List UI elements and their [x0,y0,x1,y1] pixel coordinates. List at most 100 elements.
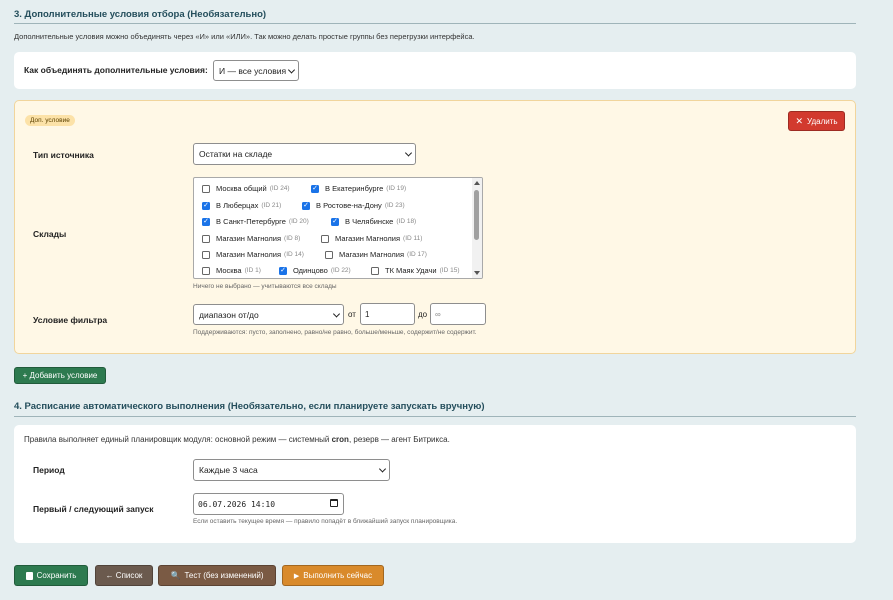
warehouse-id: (ID 19) [386,185,407,192]
next-run-value: 06.07.2026 14:10 [198,499,276,509]
list-scrollbar[interactable] [472,178,482,278]
checkbox-checked[interactable]: ✓ [202,217,210,226]
checkbox[interactable] [202,234,210,243]
warehouse-name: Магазин Магнолия [335,234,401,243]
filter-condition-select[interactable]: диапазон от/до [193,304,344,325]
next-run-input[interactable]: 06.07.2026 14:10 [193,493,344,515]
warehouse-id: (ID 14) [284,251,304,258]
warehouse-item[interactable]: Магазин Магнолия (ID 8) [202,234,300,243]
warehouse-id: (ID 11) [403,235,423,242]
checkbox[interactable] [371,266,379,275]
checkbox[interactable] [202,184,210,193]
warehouse-item[interactable]: Магазин Магнолия (ID 11) [321,234,422,243]
warehouse-item[interactable]: ✓ В Екатеринбурге (ID 19) [311,184,406,193]
checkbox[interactable] [202,266,210,275]
next-run-hint: Если оставить текущее время — правило по… [193,518,458,525]
warehouses-hint: Ничего не выбрано — учитываются все скла… [193,283,337,290]
warehouse-item[interactable]: Магазин Магнолия (ID 17) [325,250,427,259]
warehouse-item[interactable]: ✓ В Челябинске (ID 18) [331,217,416,226]
source-type-select[interactable]: Остатки на складе [193,143,416,165]
scroll-thumb[interactable] [474,190,479,240]
filter-condition-value: диапазон от/до [199,309,259,320]
run-now-button[interactable]: ▶ Выполнить сейчас [282,565,384,586]
warehouse-name: Москва общий [216,184,267,193]
warehouse-id: (ID 8) [284,235,301,242]
run-label: Выполнить сейчас [303,571,373,580]
warehouse-item[interactable]: ТК Маяк Удачи (ID 15) [371,266,460,275]
warehouse-id: (ID 18) [396,218,417,225]
warehouse-id: (ID 22) [330,267,351,274]
schedule-intro-text: Правила выполняет единый планировщик мод… [24,435,332,444]
warehouse-name: Магазин Магнолия [216,234,282,243]
test-label: Тест (без изменений) [184,571,264,580]
warehouse-name: Москва [216,266,242,275]
save-label: Сохранить [36,571,77,580]
warehouse-id: (ID 17) [407,251,427,258]
warehouse-id: (ID 15) [439,267,460,274]
warehouse-id: (ID 23) [384,202,405,209]
section-3-title: 3. Дополнительные условия отбора (Необяз… [14,9,267,20]
checkbox-checked[interactable]: ✓ [279,266,287,275]
warehouse-id: (ID 24) [269,185,290,192]
back-to-list-button[interactable]: ← Список [95,565,153,586]
combine-select[interactable]: И — все условия [213,60,299,81]
add-condition-button[interactable]: + Добавить условие [14,367,106,384]
scroll-up-icon[interactable] [474,181,480,185]
warehouse-item[interactable]: Магазин Магнолия (ID 14) [202,250,304,259]
period-value: Каждые 3 часа [199,465,258,475]
checkbox[interactable] [321,234,329,243]
period-label: Период [33,465,65,475]
warehouse-item[interactable]: ✓ В Люберцах (ID 21) [202,201,281,210]
play-icon: ▶ [293,572,300,580]
checkbox[interactable] [325,250,333,259]
test-button[interactable]: 🔍 Тест (без изменений) [158,565,276,586]
warehouse-id: (ID 21) [261,202,282,209]
warehouses-list[interactable]: Москва общий (ID 24) ✓ В Екатеринбурге (… [193,177,483,279]
calendar-icon[interactable] [330,499,338,507]
from-input[interactable]: 1 [360,303,415,325]
checkbox-checked[interactable]: ✓ [202,201,210,210]
checkbox[interactable] [202,250,210,259]
schedule-card: Правила выполняет единый планировщик мод… [14,425,856,543]
save-icon [25,571,33,580]
to-input[interactable]: ∞ [430,303,486,325]
warehouse-name: Магазин Магнолия [339,250,405,259]
chevron-down-icon [287,65,296,74]
warehouses-label: Склады [33,229,67,239]
close-icon: ✕ [795,115,803,126]
combine-card: Как объединять дополнительные условия: И… [14,52,856,89]
section-4-title: 4. Расписание автоматического выполнения… [14,401,485,412]
chevron-down-icon [404,149,413,157]
section-3-intro: Дополнительные условия можно объединять … [14,32,475,41]
warehouse-item[interactable]: ✓ В Ростове-на-Дону (ID 23) [302,201,405,210]
next-run-label: Первый / следующий запуск [33,504,154,514]
save-button[interactable]: Сохранить [14,565,88,586]
warehouse-name: ТК Маяк Удачи [385,266,437,275]
warehouse-id: (ID 20) [288,218,309,225]
warehouse-name: В Ростове-на-Дону [316,201,382,210]
from-label: от [348,310,356,319]
warehouse-id: (ID 1) [244,267,261,274]
checkbox-checked[interactable]: ✓ [331,217,339,226]
chevron-down-icon [332,309,341,318]
source-type-value: Остатки на складе [199,149,273,159]
checkbox-checked[interactable]: ✓ [311,184,319,193]
combine-label: Как объединять дополнительные условия: [24,65,208,75]
warehouse-item[interactable]: ✓ В Санкт-Петербурге (ID 20) [202,217,309,226]
period-select[interactable]: Каждые 3 часа [193,459,390,481]
warehouse-name: Одинцово [293,266,328,275]
warehouse-name: В Челябинске [345,217,394,226]
scroll-down-icon[interactable] [474,271,480,275]
search-icon: 🔍 [170,571,181,580]
combine-select-value: И — все условия [219,65,287,76]
warehouse-name: В Екатеринбурге [325,184,384,193]
filter-condition-label: Условие фильтра [33,315,108,325]
warehouse-item[interactable]: ✓ Одинцово (ID 22) [279,266,351,275]
checkbox-checked[interactable]: ✓ [302,201,310,210]
warehouse-item[interactable]: Москва общий (ID 24) [202,184,290,193]
cron-text: cron [331,435,349,444]
delete-label: Удалить [807,116,838,126]
schedule-intro-tail: , резерв — агент Битрикса. [348,435,450,444]
warehouse-item[interactable]: Москва (ID 1) [202,266,261,275]
delete-condition-button[interactable]: ✕ Удалить [788,111,845,131]
